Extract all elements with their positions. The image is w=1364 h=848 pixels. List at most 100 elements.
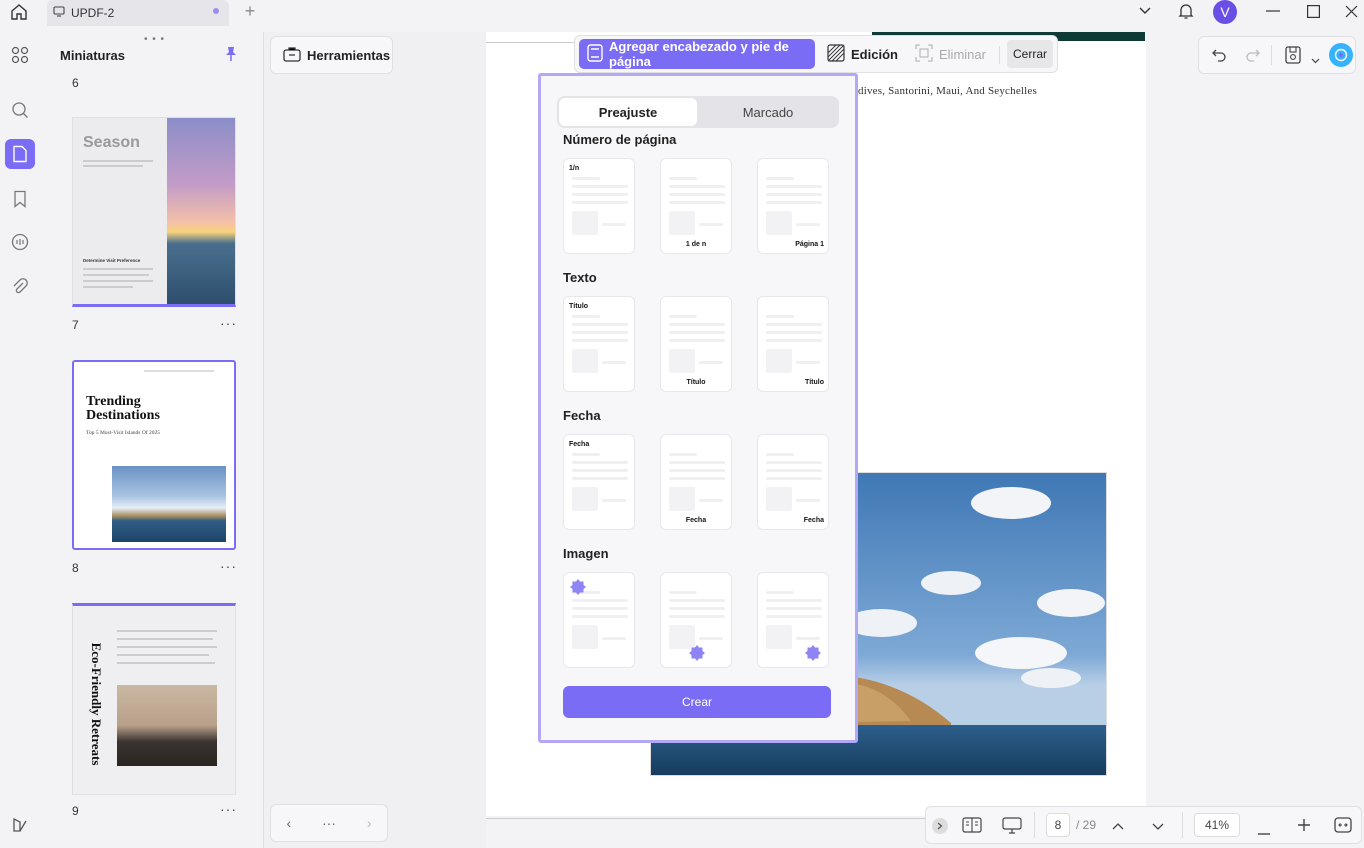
zoom-out-icon[interactable] [1258,824,1270,838]
preset-card[interactable] [757,572,829,668]
collapse-icon[interactable] [932,818,948,834]
monitor-icon [53,6,65,20]
more-options-icon[interactable]: ··· [220,315,237,331]
minimize-icon[interactable] [1264,0,1282,22]
preset-card[interactable] [563,572,635,668]
thumbnails-panel: • • • Miniaturas 6 Season Determine Visi… [44,32,264,848]
thumbnails-icon[interactable] [5,139,35,169]
avatar[interactable]: V [1213,0,1237,24]
create-button[interactable]: Crear [563,686,831,718]
thumbnail-page-9[interactable]: Eco-Friendly Retreats [72,603,236,795]
placeholder-line [699,223,723,226]
placeholder-line [766,315,794,318]
preset-card[interactable]: Fecha [563,434,635,530]
close-window-icon[interactable] [1342,0,1360,22]
bell-icon[interactable] [1176,0,1196,22]
placeholder-line [796,361,820,364]
zoom-level[interactable]: 41% [1194,813,1240,837]
preset-card[interactable]: Título [660,296,732,392]
home-icon[interactable] [8,1,30,23]
preset-card[interactable]: Título [563,296,635,392]
attachment-icon[interactable] [5,272,35,302]
preset-card[interactable]: Título [757,296,829,392]
bookmark-icon[interactable] [5,184,35,214]
placeholder-line [766,331,822,334]
panel-grip-icon[interactable]: • • • [144,34,165,45]
unsaved-dot [213,8,219,14]
current-page-input[interactable]: 8 [1046,813,1070,837]
zoom-bar: 8 / 29 41% [925,806,1362,844]
thumbnail-page-8[interactable]: Trending Destinations Top 5 Must-Visit I… [72,360,236,550]
doc-rule [486,42,576,43]
delete-button[interactable]: Eliminar [915,39,986,69]
placeholder-line [796,223,820,226]
placeholder-line [572,331,628,334]
tab-marked[interactable]: Marcado [699,98,837,126]
add-header-footer-button[interactable]: Agregar encabezado y pie de página [579,39,815,69]
ai-assistant-icon[interactable] [1329,43,1353,67]
preset-card-label: Fecha [569,441,590,448]
placeholder-line [766,599,822,602]
placeholder-line [572,315,600,318]
section-title: Imagen [563,546,609,561]
sunset-image [167,118,235,304]
placeholder-line [669,201,725,204]
pin-icon[interactable] [224,46,238,67]
right-toolbar [1198,36,1356,74]
placeholder-line [572,469,628,472]
zoom-in-icon[interactable] [1298,819,1310,834]
tab-preset[interactable]: Preajuste [559,98,697,126]
layers-icon[interactable] [5,810,35,840]
placeholder-line [572,339,628,342]
preset-card[interactable]: Página 1 [757,158,829,254]
more-pages-icon[interactable]: ··· [322,815,336,831]
maximize-icon[interactable] [1304,0,1322,22]
preset-card[interactable]: Fecha [757,434,829,530]
preset-card[interactable] [660,572,732,668]
comment-icon[interactable] [5,227,35,257]
thumbnail-heading: Season [83,134,140,151]
chevron-down-icon[interactable] [1136,0,1154,22]
edit-button[interactable]: Edición [827,39,898,69]
search-icon[interactable] [5,95,35,125]
placeholder-line [602,361,626,364]
more-options-icon[interactable]: ··· [220,801,237,817]
reading-mode-icon[interactable] [962,817,982,836]
placeholder-line [572,193,628,196]
fit-page-icon[interactable] [1334,817,1352,836]
tools-button[interactable]: Herramientas [270,36,393,74]
undo-icon[interactable] [1211,47,1227,68]
thumbnail-text-line [117,654,209,656]
preset-card[interactable]: Fecha [660,434,732,530]
preset-card-label: Título [804,379,824,386]
doc-text-line: dives, Santorini, Maui, And Seychelles [858,85,1037,97]
document-tab[interactable]: UPDF-2 [47,0,229,26]
placeholder-line [572,177,600,180]
header-footer-preset-panel: Preajuste Marcado Número de página 1/n 1 d… [538,73,858,743]
preset-card[interactable]: 1/n [563,158,635,254]
placeholder-line [699,637,723,640]
placeholder-line [766,615,822,618]
preset-card[interactable]: 1 de n [660,158,732,254]
chevron-down-icon[interactable] [1152,820,1164,834]
chevron-down-icon[interactable] [1311,51,1320,69]
preset-card-label: Título [569,303,589,310]
chevron-left-icon[interactable]: ‹ [286,815,291,831]
chevron-up-icon[interactable] [1112,819,1124,833]
toolbox-icon [283,46,301,65]
title-bar: UPDF-2 + V [0,0,1364,32]
add-tab-icon[interactable]: + [240,1,260,21]
chevron-right-icon[interactable]: › [367,815,372,831]
save-icon[interactable] [1285,46,1301,69]
section-title: Texto [563,270,597,285]
presentation-icon[interactable] [1002,817,1022,837]
placeholder-line [766,461,822,464]
preset-card-label: Fecha [803,517,824,524]
rock-image [117,685,217,766]
thumbnail-page-7[interactable]: Season Determine Visit Preference [72,117,236,307]
more-options-icon[interactable]: ··· [220,558,237,574]
redo-icon[interactable] [1245,47,1261,68]
placeholder-line [602,499,626,502]
grid-icon[interactable] [5,40,35,70]
close-button[interactable]: Cerrar [1007,40,1053,68]
